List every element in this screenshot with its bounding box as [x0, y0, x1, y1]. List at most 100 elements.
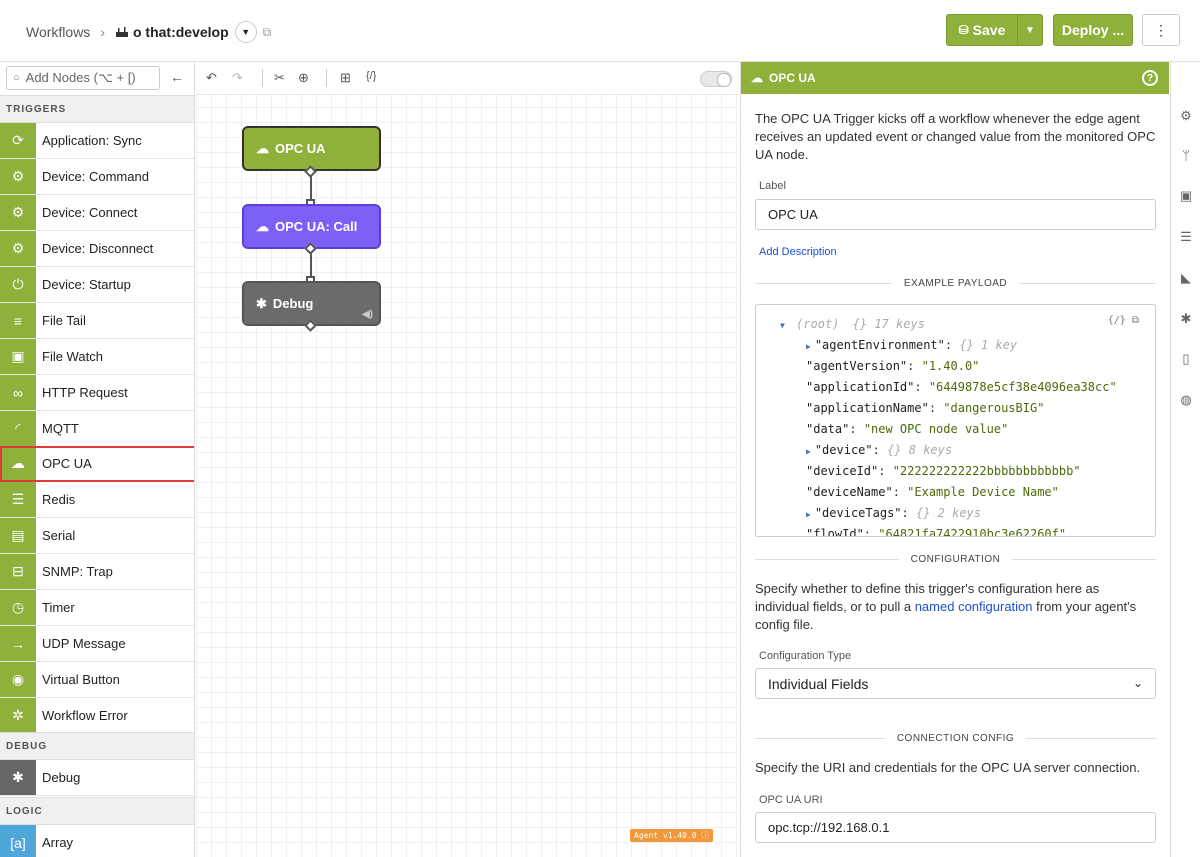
- radio-button-icon: ◉: [0, 662, 36, 697]
- power-icon: ⏻: [0, 267, 36, 302]
- node-label: OPC UA: [275, 141, 326, 156]
- palette-item-serial[interactable]: ▤ Serial: [0, 518, 194, 554]
- deploy-button[interactable]: Deploy ...: [1053, 14, 1133, 46]
- palette-item-file-watch[interactable]: ▣ File Watch: [0, 339, 194, 375]
- palette-item-snmp-trap[interactable]: ⊟ SNMP: Trap: [0, 554, 194, 590]
- palette-item-virtual-button[interactable]: ◉ Virtual Button: [0, 662, 194, 698]
- workflow-dropdown-button[interactable]: ▼: [234, 21, 257, 43]
- branch-icon[interactable]: ᛘ: [1178, 148, 1194, 164]
- add-nodes-search-input[interactable]: ○ Add Nodes (⌥ + [): [6, 66, 160, 90]
- palette-item-timer[interactable]: ◷ Timer: [0, 590, 194, 626]
- palette-item-label: Array: [42, 835, 74, 850]
- cut-icon[interactable]: ✂: [274, 70, 285, 86]
- palette-item-label: OPC UA: [42, 456, 92, 471]
- palette-item-label: Redis: [42, 492, 76, 507]
- stack-icon: ☰: [0, 482, 36, 517]
- chip-icon: ⚙: [0, 231, 36, 266]
- json-key: "deviceTags": [814, 506, 902, 520]
- json-editor-icon[interactable]: {/}: [1108, 315, 1126, 326]
- save-button-label: Save: [972, 22, 1006, 38]
- undo-icon[interactable]: ↶: [206, 70, 217, 86]
- speaker-icon[interactable]: ◀): [362, 309, 373, 320]
- panel-header: ☁ OPC UA ?: [741, 62, 1169, 94]
- canvas-toolbar: ↶ ↷ ✂ ⊕ ⊞ {/}: [196, 62, 739, 95]
- palette-item-array[interactable]: [a] Array: [0, 825, 194, 857]
- add-node-icon[interactable]: ⊞: [340, 70, 351, 86]
- palette-item-opc-ua[interactable]: ☁ OPC UA: [0, 446, 194, 482]
- zoom-icon[interactable]: ⊕: [298, 70, 309, 86]
- configuration-description: Specify whether to define this trigger's…: [755, 580, 1157, 634]
- palette-item-mqtt[interactable]: ◜ MQTT: [0, 411, 194, 447]
- cloud-upload-icon: ☁: [256, 218, 269, 234]
- save-button[interactable]: ⛁ Save: [947, 15, 1018, 45]
- palette-item-label: File Tail: [42, 313, 86, 328]
- named-configuration-link[interactable]: named configuration: [915, 599, 1033, 614]
- palette-item-http-request[interactable]: ∞ HTTP Request: [0, 375, 194, 411]
- caret-right-icon: ▶: [806, 510, 811, 519]
- json-root-row[interactable]: ▼ (root) {} 17 keys: [780, 317, 925, 331]
- settings-gear-icon[interactable]: ⚙: [1178, 108, 1194, 124]
- chip-icon: ⚙: [0, 159, 36, 194]
- canvas-toggle[interactable]: [700, 71, 732, 87]
- workflow-canvas[interactable]: [196, 62, 739, 857]
- configuration-type-select[interactable]: Individual Fields ⌄: [755, 668, 1156, 699]
- json-editor-icon[interactable]: {/}: [366, 70, 376, 82]
- add-description-link[interactable]: Add Description: [759, 246, 837, 258]
- palette-item-label: File Watch: [42, 349, 103, 364]
- bug-icon[interactable]: ✱: [1178, 311, 1194, 327]
- palette-item-udp-message[interactable]: → UDP Message: [0, 626, 194, 662]
- save-button-group: ⛁ Save ▼: [946, 14, 1043, 46]
- redo-icon[interactable]: ↷: [232, 70, 243, 86]
- palette-item-device-command[interactable]: ⚙ Device: Command: [0, 159, 194, 195]
- json-row[interactable]: ▶ "deviceTags": {} 2 keys: [806, 506, 981, 520]
- save-options-chevron-down-icon[interactable]: ▼: [1018, 15, 1042, 45]
- configuration-divider: CONFIGURATION: [755, 552, 1156, 566]
- panel-title: OPC UA: [769, 71, 816, 85]
- json-key: "agentEnvironment": [814, 338, 945, 352]
- chip-icon[interactable]: ▣: [1178, 188, 1194, 204]
- palette-item-application-sync[interactable]: ⟳ Application: Sync: [0, 123, 194, 159]
- mobile-device-icon[interactable]: ▯: [1178, 351, 1194, 367]
- serial-icon: ▤: [0, 518, 36, 553]
- node-label: Debug: [272, 296, 314, 311]
- json-value: "222222222222bbbbbbbbbbbb": [892, 464, 1081, 478]
- label-input[interactable]: OPC UA: [755, 199, 1156, 230]
- breadcrumb-workflows-link[interactable]: Workflows: [26, 24, 90, 40]
- palette-item-redis[interactable]: ☰ Redis: [0, 482, 194, 518]
- example-payload-viewer[interactable]: {/} ⧉ ▼ (root) {} 17 keys ▶ "agentEnviron…: [755, 304, 1156, 537]
- bug-icon: ✱: [256, 295, 267, 311]
- palette-item-device-disconnect[interactable]: ⚙ Device: Disconnect: [0, 231, 194, 267]
- copy-icon[interactable]: ⧉: [1132, 315, 1139, 326]
- cloud-upload-icon: ☁: [256, 140, 269, 156]
- json-row[interactable]: ▶ "agentEnvironment": {} 1 key: [806, 338, 1017, 352]
- palette-item-label: HTTP Request: [42, 385, 128, 400]
- palette-item-label: Debug: [42, 770, 81, 785]
- globe-icon[interactable]: ◍: [1178, 392, 1194, 408]
- json-row: "flowId": "64821fa7422910bc3e62260f": [806, 527, 1066, 537]
- json-key: "deviceId": [806, 464, 879, 478]
- workflow-node-opc-ua[interactable]: ☁ OPC UA: [242, 126, 381, 171]
- palette-item-workflow-error[interactable]: ✲ Workflow Error: [0, 698, 194, 734]
- collapse-arrow-left-icon[interactable]: ←: [170, 69, 184, 85]
- opc-uri-input[interactable]: opc.tcp://192.168.0.1: [755, 812, 1156, 843]
- palette-item-debug[interactable]: ✱ Debug: [0, 760, 194, 796]
- json-row: "agentVersion": "1.40.0": [806, 359, 980, 373]
- json-value: "Example Device Name": [907, 485, 1059, 499]
- json-row[interactable]: ▶ "device": {} 8 keys: [806, 443, 952, 457]
- chevron-down-icon: ⌄: [1132, 676, 1143, 690]
- copy-icon[interactable]: ⧉: [263, 25, 272, 40]
- chart-area-icon[interactable]: ◣: [1178, 270, 1194, 286]
- json-key: "flowId": [806, 527, 864, 537]
- palette-item-label: MQTT: [42, 421, 79, 436]
- palette-item-device-connect[interactable]: ⚙ Device: Connect: [0, 195, 194, 231]
- configuration-type-label: Configuration Type: [759, 650, 852, 662]
- database-icon[interactable]: ☰: [1178, 229, 1194, 245]
- caret-right-icon: ▶: [806, 447, 811, 456]
- palette-item-device-startup[interactable]: ⏻ Device: Startup: [0, 267, 194, 303]
- more-options-icon[interactable]: ⋮: [1142, 14, 1180, 46]
- help-icon[interactable]: ?: [1142, 70, 1158, 86]
- palette-item-file-tail[interactable]: ≡ File Tail: [0, 303, 194, 339]
- json-key: "applicationName": [806, 401, 929, 415]
- error-gear-icon: ✲: [0, 698, 36, 733]
- search-icon: ○: [13, 72, 20, 84]
